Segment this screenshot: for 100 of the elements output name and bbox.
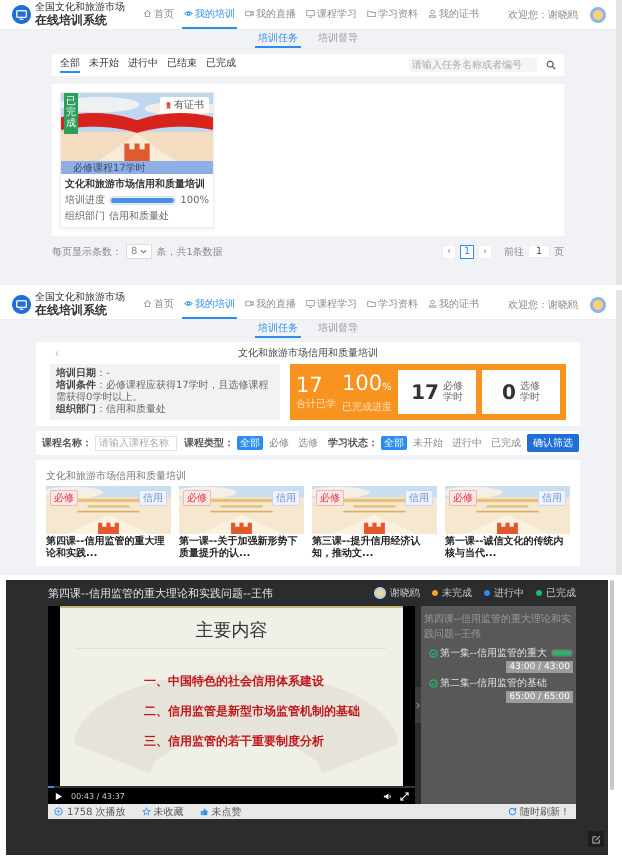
hours-type: 必修	[442, 381, 463, 392]
required-tag: 必修	[316, 490, 344, 506]
info-line: 培训日期：-	[56, 368, 111, 379]
logo-icon	[12, 295, 31, 314]
welcome-text: 欢迎您：谢晓鸥	[508, 8, 578, 22]
nav-tab[interactable]: 学习资料	[365, 0, 420, 29]
like-button[interactable]: 未点赞	[200, 804, 242, 818]
refresh-button[interactable]: 随时刷新！	[508, 804, 570, 818]
sub-tab[interactable]: 培训任务	[255, 30, 301, 48]
nav-tab[interactable]: 我的证书	[426, 290, 481, 319]
total-value: 100%	[342, 370, 392, 396]
hours-value: 17	[411, 380, 439, 404]
training-card[interactable]: 已完成 有证书 必修课程17学时 文化和旅游市场信用和质量培训 培训进度 100% 组织部门 信用和质量处	[60, 92, 214, 228]
filter-tab[interactable]: 全部	[60, 57, 80, 73]
course-name-field[interactable]: 请输入课程名称	[95, 436, 177, 450]
nav-tab[interactable]: 我的直播	[243, 290, 298, 319]
nav-tab[interactable]: 学习资料	[365, 290, 420, 319]
refresh-icon	[508, 807, 517, 816]
status-option[interactable]: 进行中	[449, 436, 485, 450]
legend-label: 已完成	[546, 586, 576, 600]
sub-tab[interactable]: 培训督导	[315, 320, 361, 338]
thumbs-up-icon	[200, 807, 209, 816]
user-name: 谢晓鸥	[390, 586, 420, 600]
logo-title: 在线培训系统	[35, 14, 108, 27]
filter-tab[interactable]: 已结束	[167, 57, 197, 73]
folder-icon	[367, 299, 376, 308]
chapter-link[interactable]: 第二集--信用监管的基础	[440, 676, 547, 690]
nav-tab[interactable]: 课程学习	[304, 290, 359, 319]
hours-value: 0	[502, 380, 516, 404]
time-tooltip: 65:00 / 65:00	[506, 691, 573, 703]
status-option[interactable]: 已完成	[488, 436, 524, 450]
required-tag: 必修	[50, 490, 78, 506]
next-page-button[interactable]: ›	[478, 244, 492, 258]
badge-icon	[428, 299, 437, 308]
course-title[interactable]: 第一课--关于加强新形势下质量提升的认...	[179, 536, 304, 560]
filter-label: 学习状态：	[328, 436, 378, 450]
edit-button[interactable]	[588, 831, 604, 847]
fullscreen-icon[interactable]	[400, 792, 409, 800]
page-size-select[interactable]: 8	[126, 244, 152, 259]
nav-tab[interactable]: 我的证书	[426, 0, 481, 29]
favorite-button[interactable]: 未收藏	[142, 804, 184, 818]
video-time: 00:43 / 43:37	[71, 792, 125, 800]
type-option[interactable]: 选修	[295, 436, 321, 450]
sub-tab[interactable]: 培训任务	[255, 320, 301, 338]
time-tooltip: 43:00 / 43:00	[506, 661, 573, 673]
monitor-icon	[306, 9, 315, 18]
slide-point: 三、信用监管的若干重要制度分析	[144, 733, 325, 750]
play-icon[interactable]	[54, 792, 63, 800]
nav-tab[interactable]: 课程学习	[304, 0, 359, 29]
house-icon	[143, 9, 152, 18]
info-line: 组织部门：信用和质量处	[56, 404, 167, 416]
status-option[interactable]: 未开始	[410, 436, 446, 450]
hours-type: 选修	[520, 381, 540, 392]
type-option[interactable]: 必修	[266, 436, 292, 450]
scrollbar[interactable]	[610, 580, 614, 790]
category-tag: 信用	[139, 490, 167, 506]
volume-icon[interactable]	[382, 792, 392, 800]
nav-tab[interactable]: 我的直播	[243, 0, 298, 29]
total-caption: 合计已学	[296, 398, 336, 411]
course-title[interactable]: 第一课--诚信文化的传统内核与当代...	[445, 536, 570, 560]
total-value: 17	[296, 373, 323, 397]
eye-icon	[184, 9, 193, 18]
slide-point: 二、信用监管是新型市场监管机制的基础	[144, 703, 360, 720]
logo-subtitle: 全国文化和旅游市场	[35, 292, 125, 304]
hours-text: 必修课程17学时	[73, 162, 146, 174]
sub-tab[interactable]: 培训督导	[315, 30, 361, 48]
goto-page-field[interactable]: 1	[528, 245, 550, 258]
confirm-filter-button[interactable]: 确认筛选	[527, 434, 579, 452]
chapter-link[interactable]: 第一集--信用监管的重大	[440, 646, 547, 660]
category-tag: 信用	[405, 490, 433, 506]
status-option[interactable]: 全部	[381, 436, 407, 450]
prev-page-button[interactable]: ‹	[442, 244, 456, 258]
course-title[interactable]: 第三课--提升信用经济认知，推动文...	[312, 536, 437, 560]
caret-icon	[140, 249, 148, 254]
nav-tab[interactable]: 首页	[141, 0, 176, 29]
filter-tab[interactable]: 未开始	[89, 57, 119, 73]
filter-tab[interactable]: 已完成	[206, 57, 236, 73]
list-title: 文化和旅游市场信用和质量培训	[46, 471, 186, 482]
status-ribbon: 已完成	[64, 93, 78, 134]
chevron-icon	[416, 702, 420, 708]
medal-icon	[165, 100, 172, 110]
welcome-text: 欢迎您：谢晓鸥	[508, 298, 578, 312]
page-button[interactable]: 1	[460, 244, 474, 258]
course-title[interactable]: 第四课--信用监管的重大理论和实践...	[46, 536, 171, 560]
nav-tab[interactable]: 首页	[141, 290, 176, 319]
type-option[interactable]: 全部	[237, 436, 263, 450]
certificate-button[interactable]: 有证书	[160, 97, 209, 113]
department-label: 组织部门	[65, 210, 105, 223]
filter-tab[interactable]: 进行中	[128, 57, 158, 73]
back-button[interactable]: ‹	[50, 346, 64, 360]
edit-icon	[592, 834, 600, 844]
filter-label: 课程名称：	[42, 436, 92, 450]
progress-value: 100%	[180, 194, 209, 206]
avatar-icon	[374, 587, 386, 599]
eye-icon	[184, 299, 193, 308]
legend-label: 进行中	[494, 586, 524, 600]
search-icon[interactable]	[546, 60, 556, 70]
filter-label: 课程类型：	[184, 436, 234, 450]
search-field[interactable]: 请输入任务名称或者编号	[409, 58, 537, 72]
training-title: 文化和旅游市场信用和质量培训	[237, 346, 379, 360]
